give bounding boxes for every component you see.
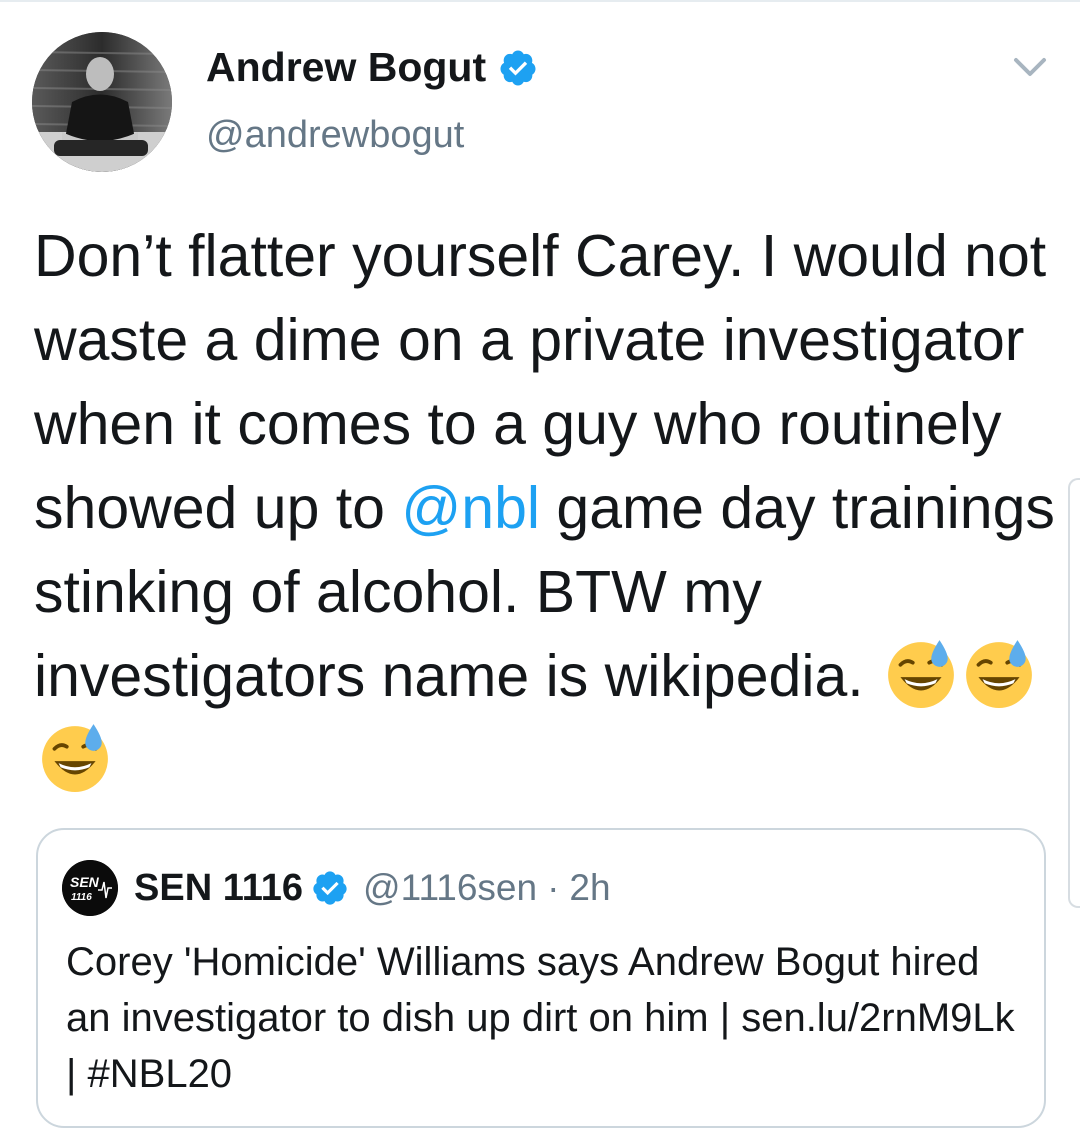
grinning-face-with-sweat-icon bbox=[888, 640, 954, 708]
quoted-tweet-timestamp[interactable]: 2h bbox=[569, 867, 610, 909]
separator-dot: · bbox=[547, 867, 560, 908]
scrollbar[interactable] bbox=[1068, 478, 1080, 908]
svg-text:1116: 1116 bbox=[71, 892, 92, 903]
quoted-tweet-card[interactable]: SEN 1116 SEN 1116 @1116sen · 2h Corey 'H… bbox=[36, 828, 1046, 1128]
author-avatar[interactable] bbox=[32, 32, 172, 172]
sen-logo[interactable]: SEN 1116 bbox=[62, 860, 118, 916]
top-divider bbox=[0, 0, 1080, 2]
author-name[interactable]: Andrew Bogut bbox=[206, 44, 538, 91]
svg-text:SEN: SEN bbox=[70, 874, 100, 890]
quoted-tweet-text: Corey 'Homicide' Williams says Andrew Bo… bbox=[66, 940, 1015, 1096]
profile-photo bbox=[32, 32, 172, 172]
author-name-text: Andrew Bogut bbox=[206, 44, 487, 90]
author-handle[interactable]: @andrewbogut bbox=[206, 114, 464, 157]
quoted-author-handle[interactable]: @1116sen bbox=[363, 867, 537, 909]
quoted-tweet-header: SEN 1116 SEN 1116 @1116sen · 2h bbox=[62, 860, 611, 916]
grinning-face-with-sweat-icon bbox=[42, 724, 108, 792]
quoted-author-name[interactable]: SEN 1116 bbox=[134, 867, 303, 910]
grinning-face-with-sweat-icon bbox=[966, 640, 1032, 708]
verified-badge-icon bbox=[313, 871, 347, 905]
tweet-text: Don’t flatter yourself Carey. I would no… bbox=[34, 214, 1064, 802]
chevron-down-icon[interactable] bbox=[1008, 50, 1052, 86]
mention-link[interactable]: @nbl bbox=[401, 475, 540, 541]
sen-logo-icon: SEN 1116 bbox=[62, 860, 118, 916]
verified-badge-icon bbox=[500, 50, 536, 85]
